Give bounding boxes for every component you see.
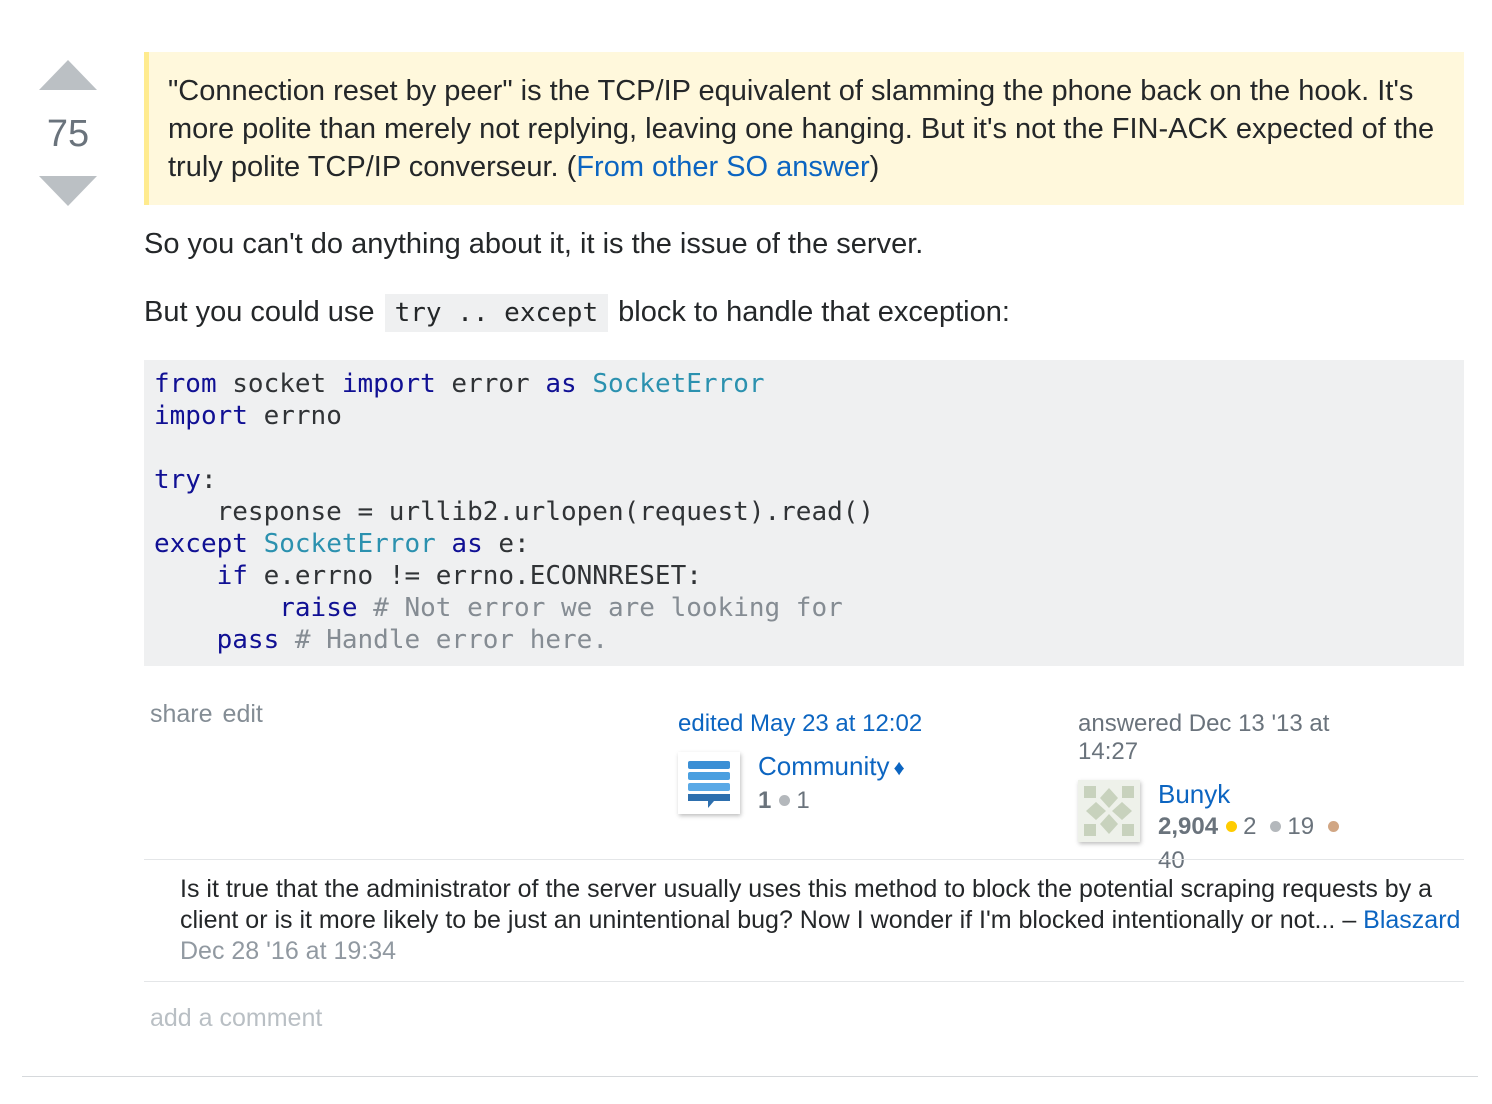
comments-section: Is it true that the administrator of the… <box>144 859 1464 1033</box>
vote-cell: 75 <box>30 60 106 206</box>
owner-card: Bunyk 2,904 2 1940 <box>1078 778 1358 874</box>
badge-count: 1 <box>796 787 810 814</box>
paragraph-text: But you could use <box>144 296 383 328</box>
quote-source-link[interactable]: From other SO answer <box>576 151 869 183</box>
edit-link[interactable]: edit <box>223 700 263 728</box>
answer-paragraph-1: So you can't do anything about it, it is… <box>144 228 924 260</box>
code-text: error <box>435 369 546 399</box>
code-keyword: as <box>435 529 483 559</box>
gold-badge-count: 2 <box>1243 813 1257 840</box>
downvote-arrow-icon[interactable] <box>39 176 97 206</box>
inline-code: try .. except <box>384 294 609 332</box>
comments-divider <box>144 981 1464 982</box>
comment-date[interactable]: Dec 28 '16 at 19:34 <box>180 937 396 965</box>
add-comment-link[interactable]: add a comment <box>150 1004 1464 1033</box>
post-footer: share edit edited May 23 at 12:02 Communi… <box>144 700 1464 874</box>
editor-card: Community ♦ 11 <box>678 750 958 816</box>
code-text: e: <box>482 529 530 559</box>
upvote-arrow-icon[interactable] <box>39 60 97 90</box>
owner-signature: answered Dec 13 '13 at 14:27 Bunyk 2,904… <box>1078 710 1358 874</box>
editor-details: Community ♦ 11 <box>758 750 905 818</box>
code-keyword: from <box>154 369 217 399</box>
code-comment: # Not error we are looking for <box>357 593 843 623</box>
editor-name-link[interactable]: Community <box>758 751 889 781</box>
code-text: errno <box>247 401 342 431</box>
code-keyword: as <box>545 369 577 399</box>
comment-user-link[interactable]: Blaszard <box>1363 906 1460 934</box>
gold-badge-icon <box>1226 821 1238 833</box>
code-keyword: except <box>154 529 248 559</box>
comment-dash: – <box>1335 906 1364 934</box>
post-menu: share edit <box>150 700 273 729</box>
silver-badge-count: 19 <box>1287 813 1315 840</box>
comment-text: Is it true that the administrator of the… <box>180 875 1433 934</box>
vote-count: 75 <box>46 113 90 155</box>
community-avatar-icon[interactable] <box>678 752 740 814</box>
code-text: response = urllib2.urlopen(request).read… <box>154 497 875 527</box>
editor-reputation: 11 <box>758 784 905 818</box>
code-comment: # Handle error here. <box>279 625 608 655</box>
reputation-score: 1 <box>758 787 772 814</box>
silver-badge-icon <box>1270 821 1282 833</box>
code-keyword: raise <box>279 593 358 623</box>
code-block: from socket import error as SocketError … <box>144 360 1464 666</box>
quote-tail: ) <box>869 151 880 183</box>
answer-body: "Connection reset by peer" is the TCP/IP… <box>144 52 1464 666</box>
answer-paragraph-2: But you could use try .. except block to… <box>144 293 1464 332</box>
code-text: socket <box>216 369 342 399</box>
code-keyword: try <box>154 465 201 495</box>
reputation-score: 2,904 <box>1158 813 1219 840</box>
code-keyword: import <box>154 401 248 431</box>
paragraph-text: block to handle that exception: <box>610 296 1010 328</box>
bronze-badge-icon <box>1328 821 1340 833</box>
code-class: SocketError <box>576 369 765 399</box>
code-class: SocketError <box>247 529 436 559</box>
code-text: e.errno != errno.ECONNRESET: <box>247 561 702 591</box>
quote-block: "Connection reset by peer" is the TCP/IP… <box>144 52 1464 205</box>
edited-signature: edited May 23 at 12:02 Community ♦ 11 <box>678 710 958 816</box>
answer-separator <box>22 1076 1478 1077</box>
code-keyword: pass <box>216 625 280 655</box>
code-keyword: import <box>341 369 436 399</box>
bronze-badge-icon <box>779 795 791 807</box>
bunyk-avatar-icon[interactable] <box>1078 780 1140 842</box>
code-text: : <box>200 465 217 495</box>
code-keyword: if <box>216 561 248 591</box>
owner-name-link[interactable]: Bunyk <box>1158 779 1230 809</box>
edited-timestamp[interactable]: edited May 23 at 12:02 <box>678 710 958 738</box>
answered-timestamp: answered Dec 13 '13 at 14:27 <box>1078 710 1330 765</box>
share-link[interactable]: share <box>150 700 213 728</box>
moderator-diamond-icon: ♦ <box>893 755 905 780</box>
comment: Is it true that the administrator of the… <box>144 860 1464 981</box>
